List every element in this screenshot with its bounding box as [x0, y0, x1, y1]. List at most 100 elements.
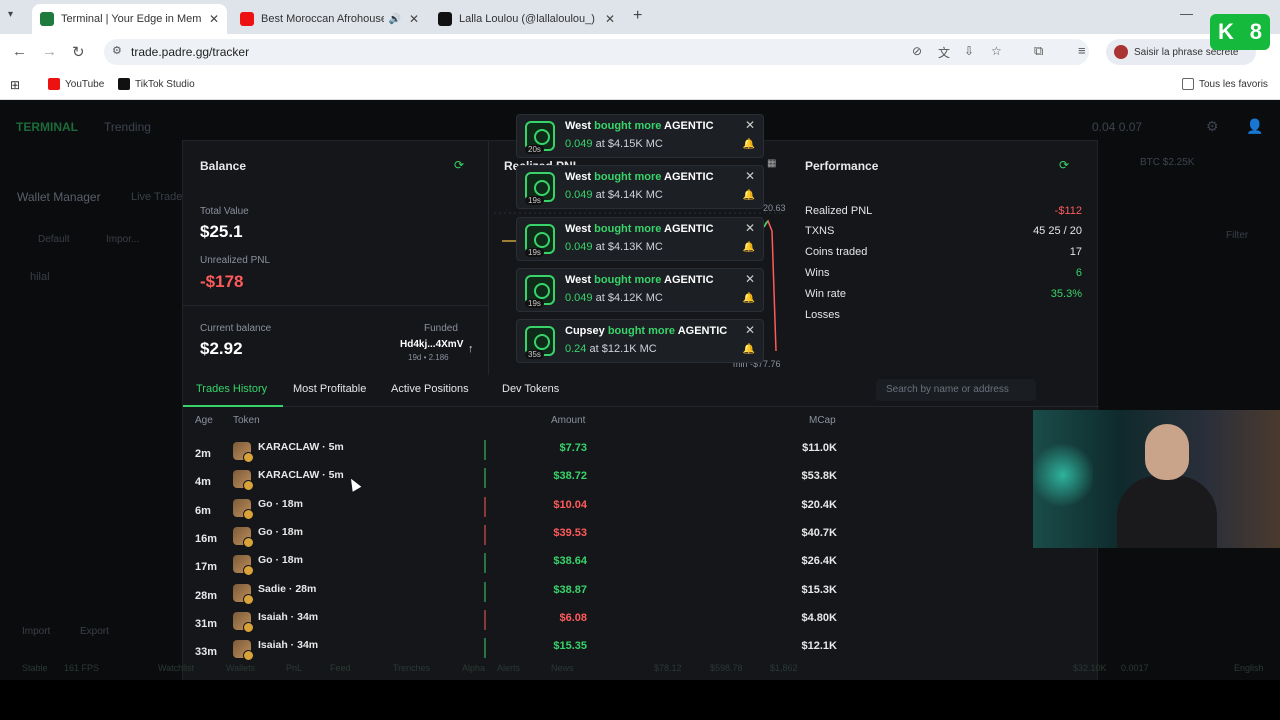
tab-dev-tokens[interactable]: Dev Tokens: [502, 383, 559, 395]
row-token[interactable]: Sadie · 28m: [258, 583, 316, 595]
extensions-icon[interactable]: ⧉: [1034, 43, 1043, 59]
translate-icon[interactable]: 文: [938, 44, 950, 61]
status-item[interactable]: $78.12: [654, 663, 682, 673]
close-tab-icon[interactable]: ✕: [409, 12, 419, 26]
status-item[interactable]: 161 FPS: [64, 663, 99, 673]
table-row[interactable]: 17m Go · 18m $38.64 $26.4K: [183, 553, 1099, 581]
minimize-icon[interactable]: —: [1180, 6, 1193, 21]
close-icon[interactable]: ✕: [745, 169, 755, 183]
row-token[interactable]: Isaiah · 34m: [258, 639, 318, 651]
tiktok-favicon-icon: [438, 12, 452, 26]
trade-notification[interactable]: 20s West bought more AGENTIC 0.049 at $4.1…: [516, 114, 764, 158]
new-tab-button[interactable]: +: [633, 7, 642, 25]
browser-tab-tiktok[interactable]: Lalla Loulou (@lallaloulou_) est ✕: [430, 4, 625, 34]
filter-button[interactable]: Filter: [1226, 230, 1248, 241]
media-icon[interactable]: ≡: [1078, 43, 1086, 58]
table-row[interactable]: 2m KARACLAW · 5m $7.73 $11.0K: [183, 440, 1099, 468]
status-item[interactable]: $1,862: [770, 663, 798, 673]
status-item[interactable]: Trenches: [393, 663, 430, 673]
bookmark-tiktok-studio[interactable]: TikTok Studio: [118, 78, 195, 90]
live-trades-tab[interactable]: Live Trades: [131, 191, 188, 203]
wallet-manager-title[interactable]: Wallet Manager: [17, 190, 101, 204]
tab-search-icon[interactable]: ▾: [8, 9, 13, 20]
bookmark-star-icon[interactable]: ☆: [991, 44, 1002, 58]
col-mcap[interactable]: MCap: [809, 415, 836, 426]
col-amount[interactable]: Amount: [551, 415, 585, 426]
bell-icon[interactable]: 🔔: [743, 293, 755, 304]
close-icon[interactable]: ✕: [745, 272, 755, 286]
status-item[interactable]: Stable: [22, 663, 48, 673]
bell-icon[interactable]: 🔔: [743, 242, 755, 253]
row-amount: $6.08: [559, 611, 587, 624]
row-token[interactable]: Go · 18m: [258, 554, 303, 566]
back-icon[interactable]: ←: [12, 43, 27, 60]
col-token[interactable]: Token: [233, 415, 260, 426]
status-item[interactable]: PnL: [286, 663, 302, 673]
status-item[interactable]: English: [1234, 663, 1264, 673]
search-input[interactable]: Search by name or address: [876, 379, 1036, 401]
close-tab-icon[interactable]: ✕: [209, 12, 219, 26]
reload-icon[interactable]: ↻: [72, 43, 85, 61]
row-token[interactable]: Isaiah · 34m: [258, 611, 318, 623]
close-tab-icon[interactable]: ✕: [605, 12, 615, 26]
import-chip[interactable]: Impor...: [106, 234, 139, 245]
table-row[interactable]: 6m Go · 18m $10.04 $20.4K: [183, 496, 1099, 525]
close-icon[interactable]: ✕: [745, 323, 755, 337]
row-token[interactable]: KARACLAW · 5m: [258, 469, 344, 481]
col-age[interactable]: Age: [195, 415, 213, 426]
funded-address[interactable]: Hd4kj...4XmV: [400, 339, 463, 350]
wallet-name[interactable]: hilal: [30, 271, 50, 283]
table-row[interactable]: 31m Isaiah · 34m $6.08 $4.80K: [183, 609, 1099, 638]
bookmark-youtube[interactable]: YouTube: [48, 78, 104, 90]
table-row[interactable]: 16m Go · 18m $39.53 $40.7K: [183, 524, 1099, 553]
status-item[interactable]: 0.0017: [1121, 663, 1149, 673]
status-item[interactable]: News: [551, 663, 574, 673]
install-icon[interactable]: ⇩: [964, 44, 974, 58]
tab-active-positions[interactable]: Active Positions: [391, 383, 469, 395]
browser-tab-terminal[interactable]: Terminal | Your Edge in Memecoins ✕: [32, 4, 227, 34]
refresh-icon[interactable]: ⟳: [454, 158, 464, 172]
bell-icon[interactable]: 🔔: [743, 139, 755, 150]
trade-notification[interactable]: 19s West bought more AGENTIC 0.049 at $4.1…: [516, 165, 764, 210]
site-info-icon[interactable]: ⚙: [112, 44, 122, 57]
speaker-icon[interactable]: 🔊: [388, 14, 400, 25]
notif-who: West: [565, 222, 592, 235]
table-row[interactable]: 4m KARACLAW · 5m $38.72 $53.8K: [183, 468, 1099, 496]
status-item[interactable]: Watchlist: [158, 663, 194, 673]
status-item[interactable]: $32.10K: [1073, 663, 1107, 673]
status-item[interactable]: Alpha: [462, 663, 485, 673]
default-chip[interactable]: Default: [38, 234, 70, 245]
apps-grid-icon[interactable]: ⊞: [10, 78, 20, 92]
export-button[interactable]: Export: [80, 626, 109, 637]
notif-title: West bought more AGENTIC: [565, 120, 714, 132]
trade-notification[interactable]: 19s West bought more AGENTIC 0.049 at $4.1…: [516, 267, 764, 312]
tab-trades-history[interactable]: Trades History: [196, 383, 267, 395]
all-bookmarks[interactable]: Tous les favoris: [1182, 78, 1268, 90]
calendar-icon[interactable]: ▦: [767, 158, 776, 169]
terminal-logo[interactable]: TERMINAL: [16, 120, 78, 134]
import-button[interactable]: Import: [22, 626, 50, 637]
status-item[interactable]: Wallets: [226, 663, 255, 673]
forward-icon[interactable]: →: [42, 43, 57, 60]
status-item[interactable]: Alerts: [497, 663, 520, 673]
bell-icon[interactable]: 🔔: [743, 344, 755, 355]
row-token[interactable]: Go · 18m: [258, 498, 303, 510]
row-token[interactable]: Go · 18m: [258, 526, 303, 538]
close-icon[interactable]: ✕: [745, 221, 755, 235]
settings-icon[interactable]: ⚙: [1206, 118, 1219, 135]
trade-notification[interactable]: 35s Cupsey bought more AGENTIC 0.24 at $12…: [516, 319, 764, 364]
browser-tab-youtube[interactable]: Best Moroccan Afrohouse Mix 🔊 ✕: [232, 4, 427, 34]
tab-most-profitable[interactable]: Most Profitable: [293, 383, 366, 395]
nav-trending[interactable]: Trending: [104, 120, 151, 134]
refresh-icon[interactable]: ⟳: [1059, 158, 1069, 172]
status-item[interactable]: $598.78: [710, 663, 743, 673]
url-field[interactable]: ⚙ trade.padre.gg/tracker ⊘ 文 ⇩ ☆: [104, 39, 1089, 65]
table-row[interactable]: 28m Sadie · 28m $38.87 $15.3K: [183, 581, 1099, 610]
user-icon[interactable]: 👤: [1246, 118, 1263, 135]
status-item[interactable]: Feed: [330, 663, 351, 673]
row-token[interactable]: KARACLAW · 5m: [258, 441, 344, 453]
no-camera-icon[interactable]: ⊘: [912, 44, 922, 58]
bell-icon[interactable]: 🔔: [743, 190, 755, 201]
trade-notification[interactable]: 19s West bought more AGENTIC 0.049 at $4.1…: [516, 216, 764, 261]
close-icon[interactable]: ✕: [745, 118, 755, 132]
